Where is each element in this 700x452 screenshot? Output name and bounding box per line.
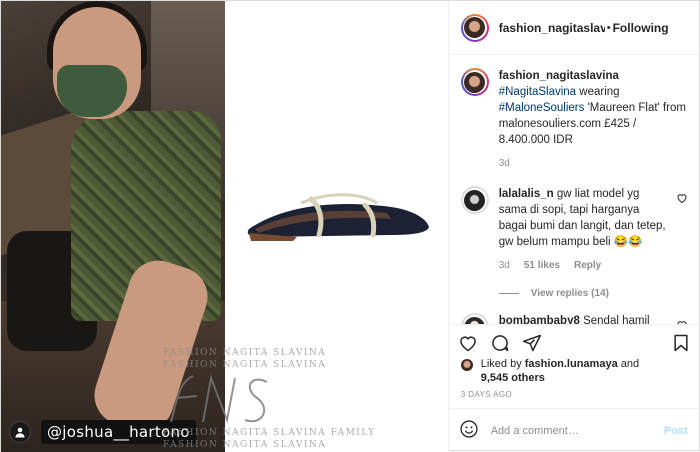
comment-item: lalalalis_n gw liat model yg sama di sop…	[460, 186, 688, 274]
post-sidebar: fashion_nagitaslavina • Following fashio…	[447, 1, 700, 452]
comment-body: lalalalis_n gw liat model yg sama di sop…	[499, 186, 666, 274]
post-media[interactable]: @joshua__hartono FASHION NAGITA SLAVINA …	[1, 1, 448, 452]
comment-likes[interactable]: 51 likes	[524, 258, 560, 274]
caption: fashion_nagitaslavina #NagitaSlavina wea…	[460, 68, 688, 172]
comments-list[interactable]: fashion_nagitaslavina #NagitaSlavina wea…	[449, 56, 700, 324]
story-tag-handle[interactable]: @joshua__hartono	[41, 420, 196, 444]
action-bar	[448, 324, 700, 360]
story-photo: @joshua__hartono	[1, 1, 225, 452]
shoe-image	[247, 193, 429, 241]
bookmark-icon[interactable]	[670, 332, 692, 354]
likes-text: Liked by fashion.lunamaya and 9,545 othe…	[481, 357, 639, 385]
author-username[interactable]: fashion_nagitaslavina	[499, 21, 605, 35]
caption-username[interactable]: fashion_nagitaslavina	[499, 70, 619, 82]
comment-item: bombambaby8 Sendal hamil udah terlihat 2…	[460, 313, 688, 324]
liker-avatar	[460, 359, 473, 371]
post-card: @joshua__hartono FASHION NAGITA SLAVINA …	[0, 0, 700, 452]
caption-text: wearing	[579, 86, 620, 98]
hashtag-link[interactable]: #MaloneSouliers	[499, 102, 585, 114]
story-user-tag[interactable]: @joshua__hartono	[9, 420, 196, 444]
like-heart-icon[interactable]	[457, 332, 479, 354]
face-mask	[57, 65, 127, 117]
comment-bubble-icon[interactable]	[489, 332, 511, 354]
caption-body: fashion_nagitaslavina #NagitaSlavina wea…	[499, 68, 688, 172]
emoji-icon[interactable]	[459, 419, 479, 442]
caption-time[interactable]: 3d	[499, 156, 510, 172]
comment-body: bombambaby8 Sendal hamil udah terlihat 2…	[499, 313, 666, 324]
posted-time[interactable]: 3 DAYS AGO	[461, 390, 512, 399]
add-comment-bar: Post	[448, 408, 700, 452]
post-header: fashion_nagitaslavina • Following	[448, 1, 699, 55]
likes-others[interactable]: 9,545 others	[481, 372, 545, 384]
hashtag-link[interactable]: #NagitaSlavina	[499, 86, 576, 98]
likes-and: and	[620, 358, 640, 370]
author-avatar[interactable]	[460, 13, 489, 42]
commenter-avatar[interactable]	[460, 313, 489, 324]
comment-time[interactable]: 3d	[499, 258, 510, 274]
caption-avatar[interactable]	[460, 68, 489, 96]
share-paper-plane-icon[interactable]	[521, 332, 543, 354]
comment-like-heart-icon[interactable]	[676, 192, 688, 204]
add-comment-input[interactable]	[490, 424, 652, 437]
commenter-username[interactable]: lalalalis_n	[499, 188, 554, 200]
header-separator: •	[606, 21, 611, 34]
reply-button[interactable]: Reply	[574, 258, 601, 274]
likes-summary[interactable]: Liked by fashion.lunamaya and 9,545 othe…	[460, 357, 691, 385]
commenter-username[interactable]: bombambaby8	[499, 315, 580, 324]
replies-divider	[498, 293, 519, 294]
view-replies-label[interactable]: View replies (14)	[531, 288, 609, 299]
post-comment-button[interactable]: Post	[664, 425, 688, 437]
following-button[interactable]: Following	[613, 21, 669, 35]
product-photo	[225, 1, 448, 452]
view-replies[interactable]: View replies (14)	[498, 288, 688, 299]
likes-prefix: Liked by	[480, 358, 522, 370]
commenter-avatar[interactable]	[460, 186, 489, 214]
liker-username[interactable]: fashion.lunamaya	[525, 358, 618, 370]
tagged-person-icon[interactable]	[9, 421, 31, 443]
